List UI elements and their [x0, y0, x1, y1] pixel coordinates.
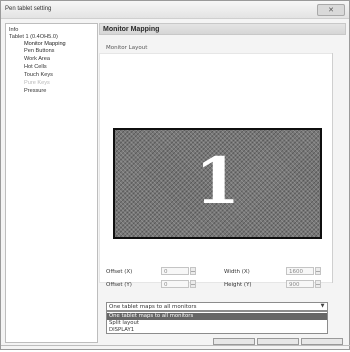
- pen-tablet-setting-window: Pen tablet setting ✕ Info Tablet 1 (0.4O…: [0, 0, 350, 350]
- offset-y-label: Offset (Y): [106, 282, 132, 288]
- option-split-layout[interactable]: Split layout: [107, 320, 327, 327]
- tree-item-tablet[interactable]: Tablet 1 (0.4OH5.0): [9, 34, 58, 40]
- monitor-layout-label: Monitor Layout: [106, 45, 148, 51]
- offset-x-stepper[interactable]: [190, 267, 196, 275]
- offset-y-stepper[interactable]: [190, 280, 196, 288]
- offset-x-field[interactable]: 0: [161, 267, 189, 275]
- window-title: Pen tablet setting: [5, 6, 52, 12]
- width-field[interactable]: 1600: [286, 267, 314, 275]
- apply-button[interactable]: [301, 338, 343, 345]
- section-title: Monitor Mapping: [103, 26, 160, 33]
- offset-x-label: Offset (X): [106, 269, 133, 275]
- chevron-down-icon[interactable]: ▼: [319, 303, 326, 310]
- section-header: Monitor Mapping: [99, 23, 346, 35]
- close-button[interactable]: ✕: [317, 4, 345, 16]
- mapping-mode-value: One tablet maps to all monitors: [109, 304, 197, 310]
- monitor-number: 1: [195, 144, 240, 219]
- tree-item-monitor-mapping[interactable]: Monitor Mapping: [24, 41, 66, 47]
- height-stepper[interactable]: [315, 280, 321, 288]
- option-display1[interactable]: DISPLAY1: [107, 327, 327, 334]
- ok-button[interactable]: [213, 338, 255, 345]
- width-stepper[interactable]: [315, 267, 321, 275]
- tree-item-pure-keys: Pure Keys: [24, 80, 50, 86]
- height-label: Height (Y): [224, 282, 252, 288]
- option-all-monitors[interactable]: One tablet maps to all monitors: [107, 313, 327, 320]
- monitor-layout-area: 1: [99, 53, 333, 283]
- monitor-mapping-panel: Monitor Mapping Monitor Layout 1 Offset …: [99, 23, 346, 343]
- offset-y-field[interactable]: 0: [161, 280, 189, 288]
- width-label: Width (X): [224, 269, 250, 275]
- monitor-1-tile[interactable]: 1: [113, 128, 322, 239]
- mapping-mode-select[interactable]: One tablet maps to all monitors ▼: [106, 302, 328, 311]
- cancel-button[interactable]: [257, 338, 299, 345]
- tree-item-info[interactable]: Info: [9, 27, 18, 33]
- tree-item-touch-keys[interactable]: Touch Keys: [24, 72, 53, 78]
- tree-item-work-area[interactable]: Work Area: [24, 56, 50, 62]
- settings-tree: Info Tablet 1 (0.4OH5.0) Monitor Mapping…: [5, 23, 98, 343]
- close-icon: ✕: [328, 6, 334, 14]
- tree-item-pen-buttons[interactable]: Pen Buttons: [24, 48, 54, 54]
- panel-divider: [332, 53, 333, 283]
- height-field[interactable]: 900: [286, 280, 314, 288]
- title-bar: Pen tablet setting ✕: [1, 1, 349, 19]
- tree-item-hot-cells[interactable]: Hot Cells: [24, 64, 47, 70]
- status-bar: [1, 345, 350, 352]
- tree-item-pressure[interactable]: Pressure: [24, 88, 46, 94]
- mapping-mode-options: One tablet maps to all monitors Split la…: [106, 311, 328, 334]
